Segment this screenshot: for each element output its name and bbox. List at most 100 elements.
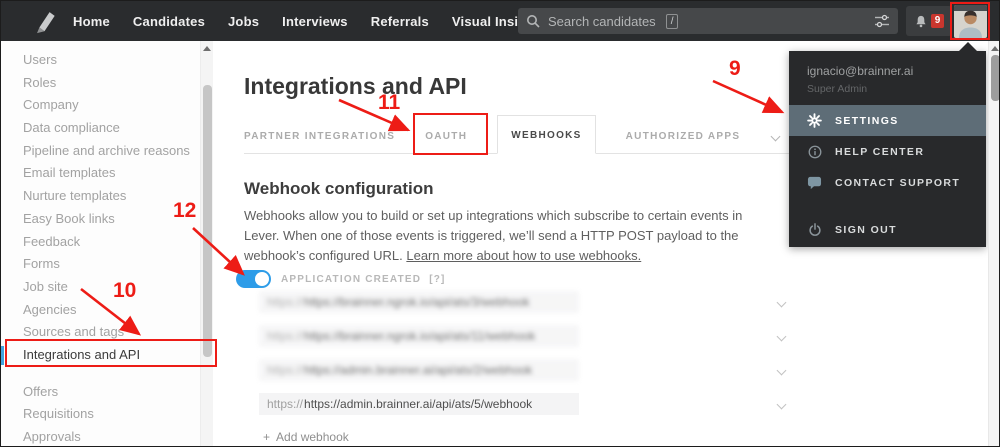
tab-webhooks-label: WEBHOOKS [511,130,581,141]
webhook-url-input[interactable]: https:// https://brainner.ngrok.io/api/a… [259,291,579,313]
nav-item-referrals[interactable]: Referrals [371,14,429,29]
dropdown-caret [959,42,977,51]
webhook-expand-chevron-icon[interactable] [777,297,787,307]
sidebar-item-feedback[interactable]: Feedback [1,231,200,254]
menu-item-label: SETTINGS [835,115,899,127]
sidebar-item-job-site[interactable]: Job site [1,276,200,299]
menu-item-label: HELP CENTER [835,146,924,158]
webhook-url-input[interactable]: https:// https://admin.brainner.ai/api/a… [259,393,579,415]
sidebar-item-users[interactable]: Users [1,49,200,72]
sidebar-item-sources-and-tags[interactable]: Sources and tags [1,321,200,344]
menu-item-label: CONTACT SUPPORT [835,177,960,189]
nav-item-home[interactable]: Home [73,14,110,29]
tab-bar: PARTNER INTEGRATIONS OAUTH WEBHOOKS AUTH… [244,124,791,154]
url-prefix: https:// [267,397,303,411]
menu-item-sign-out[interactable]: SIGN OUT [789,214,986,245]
menu-divider [789,198,986,214]
search-placeholder: Search candidates [548,14,656,29]
section-heading: Webhook configuration [244,179,434,199]
nav-item-interviews[interactable]: Interviews [282,14,348,29]
top-navbar: Home Candidates Jobs Interviews Referral… [1,1,1000,41]
menu-item-settings[interactable]: SETTINGS [789,105,986,136]
scrollbar-up-arrow-icon [991,46,999,51]
menu-item-label: SIGN OUT [835,224,897,236]
menu-item-help-center[interactable]: HELP CENTER [789,136,986,167]
tab-partner-integrations[interactable]: PARTNER INTEGRATIONS [244,131,395,153]
add-webhook-button[interactable]: + Add webhook [263,430,349,444]
toggle-knob [255,272,269,286]
menu-item-contact-support[interactable]: CONTACT SUPPORT [789,167,986,198]
url-value: https://admin.brainner.ai/api/ats/2/webh… [304,363,532,377]
url-value: https://brainner.ngrok.io/api/ats/3/webh… [304,295,529,309]
webhook-expand-chevron-icon[interactable] [777,331,787,341]
user-dropdown-menu: ignacio@brainner.ai Super Admin SETTINGS [789,51,986,247]
plus-icon: + [263,430,270,444]
application-created-row: APPLICATION CREATED [?] [236,270,446,288]
sidebar-item-data-compliance[interactable]: Data compliance [1,117,200,140]
tab-webhooks[interactable]: WEBHOOKS [497,115,595,154]
active-indicator-bar [1,346,4,365]
search-icon [526,14,540,28]
webhook-expand-chevron-icon[interactable] [777,399,787,409]
add-webhook-label: Add webhook [276,430,349,444]
url-prefix: https:// [267,329,303,343]
scrollbar-up-arrow-icon [203,46,211,51]
application-created-toggle[interactable] [236,270,271,288]
search-filters-icon[interactable] [874,13,890,29]
user-info: ignacio@brainner.ai Super Admin [789,51,986,105]
url-prefix: https:// [267,295,303,309]
url-prefix: https:// [267,363,303,377]
search-input[interactable]: Search candidates / [518,8,898,34]
webhook-row: https:// https://admin.brainner.ai/api/a… [259,393,791,415]
sidebar-item-approvals[interactable]: Approvals [1,426,200,447]
sidebar-item-easy-book-links[interactable]: Easy Book links [1,208,200,231]
page-scrollbar-thumb[interactable] [991,55,1000,101]
sidebar-item-agencies[interactable]: Agencies [1,299,200,322]
sidebar-item-offers[interactable]: Offers [1,381,200,404]
bell-icon [914,14,928,29]
learn-more-link[interactable]: Learn more about how to use webhooks. [406,248,641,263]
sidebar-group-divider [1,367,200,381]
webhook-url-input[interactable]: https:// https://admin.brainner.ai/api/a… [259,359,579,381]
page-title: Integrations and API [244,73,467,100]
sidebar-item-forms[interactable]: Forms [1,253,200,276]
search-shortcut-key: / [666,14,679,29]
toggle-help-icon[interactable]: [?] [429,274,445,285]
sidebar-item-roles[interactable]: Roles [1,72,200,95]
toggle-label: APPLICATION CREATED [?] [281,274,446,285]
sidebar-item-email-templates[interactable]: Email templates [1,162,200,185]
sidebar-list: Users Roles Company Data compliance Pipe… [1,41,200,447]
sidebar-item-requisitions[interactable]: Requisitions [1,403,200,426]
notifications-button[interactable]: 9 [906,6,952,36]
webhook-list: https:// https://brainner.ngrok.io/api/a… [259,291,791,427]
webhook-row: https:// https://brainner.ngrok.io/api/a… [259,291,791,313]
user-email: ignacio@brainner.ai [807,64,968,78]
power-icon [807,222,822,237]
tab-oauth[interactable]: OAUTH [425,131,467,153]
sidebar-scrollbar-thumb[interactable] [203,85,212,357]
settings-sidebar: Users Roles Company Data compliance Pipe… [1,41,200,447]
notification-count-badge: 9 [931,14,945,28]
url-value: https://brainner.ngrok.io/api/ats/11/web… [304,329,535,343]
webhook-url-input[interactable]: https:// https://brainner.ngrok.io/api/a… [259,325,579,347]
sidebar-item-nurture-templates[interactable]: Nurture templates [1,185,200,208]
url-value: https://admin.brainner.ai/api/ats/5/webh… [304,397,532,411]
sidebar-scrollbar[interactable] [200,41,213,447]
sidebar-item-company[interactable]: Company [1,94,200,117]
sidebar-item-label: Integrations and API [23,347,140,362]
user-avatar[interactable] [954,5,987,38]
user-role: Super Admin [807,83,968,95]
toggle-label-text: APPLICATION CREATED [281,274,421,285]
webhook-expand-chevron-icon[interactable] [777,365,787,375]
sidebar-item-pipeline-archive-reasons[interactable]: Pipeline and archive reasons [1,140,200,163]
tab-authorized-apps[interactable]: AUTHORIZED APPS [626,131,741,153]
gear-icon [807,113,822,128]
sidebar-item-integrations-and-api[interactable]: Integrations and API [1,344,200,367]
info-icon [807,144,822,159]
nav-item-candidates[interactable]: Candidates [133,14,205,29]
lever-settings-page: Home Candidates Jobs Interviews Referral… [0,0,1000,447]
nav-item-jobs[interactable]: Jobs [228,14,259,29]
lever-logo-icon[interactable] [31,8,57,34]
page-scrollbar[interactable] [988,41,1000,447]
webhook-description: Webhooks allow you to build or set up in… [244,206,771,266]
